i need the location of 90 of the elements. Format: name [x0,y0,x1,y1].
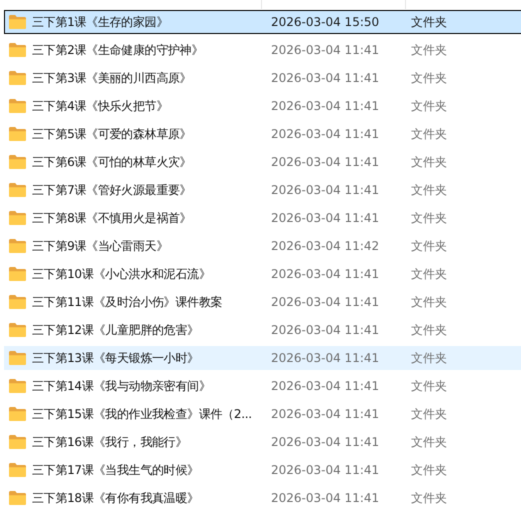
modified-date: 2026-03-04 11:41 [270,295,380,309]
file-row[interactable]: 三下第11课《及时治小伤》课件教案 2026-03-04 11:41 文件夹 [4,290,521,314]
modified-date: 2026-03-04 11:41 [270,267,380,281]
file-name: 三下第1课《生存的家园》 [32,14,168,30]
folder-icon [9,239,26,253]
file-row[interactable]: 三下第6课《可怕的林草火灾》 2026-03-04 11:41 文件夹 [4,150,521,174]
file-type: 文件夹 [410,70,448,86]
folder-icon [9,379,26,393]
file-type: 文件夹 [410,126,448,142]
modified-date: 2026-03-04 11:41 [270,463,380,477]
file-type: 文件夹 [410,406,448,422]
file-name: 三下第9课《当心雷雨天》 [32,238,168,254]
file-row[interactable]: 三下第7课《管好火源最重要》 2026-03-04 11:41 文件夹 [4,178,521,202]
file-name: 三下第13课《每天锻炼一小时》 [32,350,199,366]
file-name: 三下第16课《我行，我能行》 [32,434,188,450]
file-name: 三下第15课《我的作业我检查》课件（2... [32,406,252,422]
file-row[interactable]: 三下第2课《生命健康的守护神》 2026-03-04 11:41 文件夹 [4,38,521,62]
folder-icon [9,407,26,421]
modified-date: 2026-03-04 11:41 [270,99,380,113]
modified-date: 2026-03-04 15:50 [270,15,380,29]
file-row[interactable]: 三下第12课《儿童肥胖的危害》 2026-03-04 11:41 文件夹 [4,318,521,342]
file-name: 三下第17课《当我生气的时候》 [32,462,199,478]
file-type: 文件夹 [410,154,448,170]
file-row[interactable]: 三下第1课《生存的家园》 2026-03-04 15:50 文件夹 [4,10,521,34]
folder-icon [9,463,26,477]
file-row[interactable]: 三下第5课《可爱的森林草原》 2026-03-04 11:41 文件夹 [4,122,521,146]
modified-date: 2026-03-04 11:41 [270,127,380,141]
file-type: 文件夹 [410,294,448,310]
file-name: 三下第5课《可爱的森林草原》 [32,126,192,142]
file-type: 文件夹 [410,322,448,338]
file-row[interactable]: 三下第15课《我的作业我检查》课件（2... 2026-03-04 11:41 文件夹 [4,402,521,426]
modified-date: 2026-03-04 11:41 [270,379,380,393]
file-row[interactable]: 三下第10课《小心洪水和泥石流》 2026-03-04 11:41 文件夹 [4,262,521,286]
file-row[interactable]: 三下第13课《每天锻炼一小时》 2026-03-04 11:41 文件夹 [4,346,521,370]
file-type: 文件夹 [410,238,448,254]
file-type: 文件夹 [410,98,448,114]
folder-icon [9,323,26,337]
folder-icon [9,15,26,29]
file-type: 文件夹 [410,378,448,394]
file-name: 三下第3课《美丽的川西高原》 [32,70,192,86]
modified-date: 2026-03-04 11:41 [270,211,380,225]
file-type: 文件夹 [410,434,448,450]
modified-date: 2026-03-04 11:41 [270,407,380,421]
folder-icon [9,351,26,365]
file-name: 三下第14课《我与动物亲密有间》 [32,378,210,394]
file-name: 三下第18课《有你有我真温暖》 [32,490,199,506]
file-row[interactable]: 三下第17课《当我生气的时候》 2026-03-04 11:41 文件夹 [4,458,521,482]
modified-date: 2026-03-04 11:41 [270,155,380,169]
file-type: 文件夹 [410,350,448,366]
file-name: 三下第2课《生命健康的守护神》 [32,42,204,58]
file-type: 文件夹 [410,462,448,478]
folder-icon [9,211,26,225]
file-name: 三下第7课《管好火源最重要》 [32,182,192,198]
folder-icon [9,99,26,113]
file-type: 文件夹 [410,490,448,506]
modified-date: 2026-03-04 11:41 [270,351,380,365]
file-name: 三下第4课《快乐火把节》 [32,98,168,114]
file-type: 文件夹 [410,182,448,198]
modified-date: 2026-03-04 11:41 [270,71,380,85]
file-name: 三下第6课《可怕的林草火灾》 [32,154,192,170]
file-row[interactable]: 三下第3课《美丽的川西高原》 2026-03-04 11:41 文件夹 [4,66,521,90]
modified-date: 2026-03-04 11:41 [270,43,380,57]
file-name: 三下第12课《儿童肥胖的危害》 [32,322,199,338]
modified-date: 2026-03-04 11:41 [270,435,380,449]
file-row[interactable]: 三下第14课《我与动物亲密有间》 2026-03-04 11:41 文件夹 [4,374,521,398]
file-row[interactable]: 三下第18课《有你有我真温暖》 2026-03-04 11:41 文件夹 [4,486,521,510]
file-type: 文件夹 [410,266,448,282]
folder-icon [9,71,26,85]
modified-date: 2026-03-04 11:41 [270,183,380,197]
file-type: 文件夹 [410,210,448,226]
folder-icon [9,183,26,197]
folder-icon [9,435,26,449]
folder-icon [9,43,26,57]
modified-date: 2026-03-04 11:41 [270,491,380,505]
file-row[interactable]: 三下第4课《快乐火把节》 2026-03-04 11:41 文件夹 [4,94,521,118]
file-row[interactable]: 三下第16课《我行，我能行》 2026-03-04 11:41 文件夹 [4,430,521,454]
file-name: 三下第11课《及时治小伤》课件教案 [32,294,222,310]
file-type: 文件夹 [410,42,448,58]
modified-date: 2026-03-04 11:41 [270,323,380,337]
folder-icon [9,295,26,309]
folder-icon [9,491,26,505]
folder-icon [9,267,26,281]
file-row[interactable]: 三下第9课《当心雷雨天》 2026-03-04 11:42 文件夹 [4,234,521,258]
folder-icon [9,155,26,169]
modified-date: 2026-03-04 11:42 [270,239,380,253]
file-name: 三下第8课《不慎用火是祸首》 [32,210,192,226]
file-row[interactable]: 三下第8课《不慎用火是祸首》 2026-03-04 11:41 文件夹 [4,206,521,230]
file-name: 三下第10课《小心洪水和泥石流》 [32,266,210,282]
folder-icon [9,127,26,141]
file-type: 文件夹 [410,14,448,30]
